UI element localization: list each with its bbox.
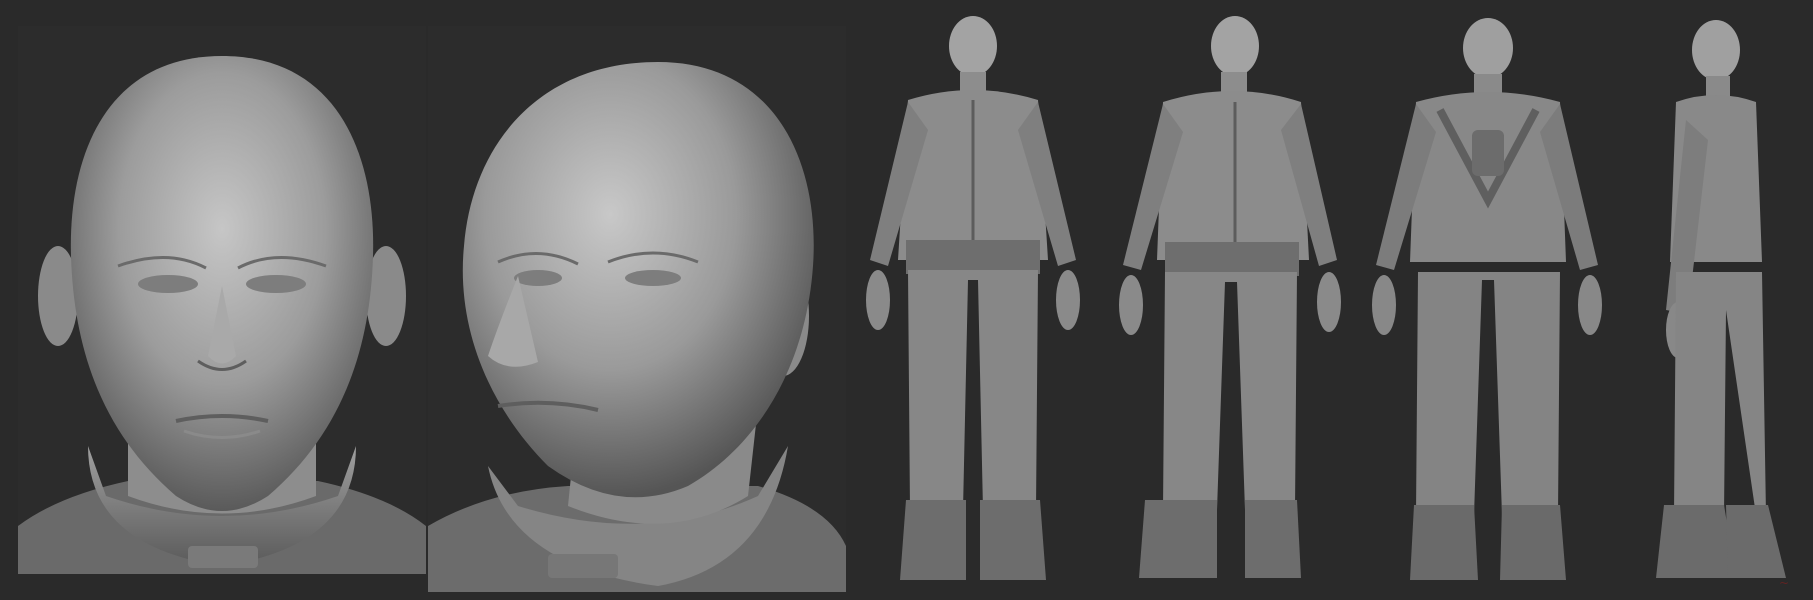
body-three-quarter-illustration [1119, 16, 1341, 578]
head-three-quarter-illustration [428, 62, 846, 592]
body-side-illustration [1656, 20, 1786, 578]
body-three-quarter-panel [1105, 10, 1355, 590]
head-front-panel [18, 26, 426, 574]
head-front-illustration [18, 56, 426, 574]
body-back-panel [1360, 10, 1610, 590]
body-back-illustration [1372, 18, 1602, 580]
body-front-illustration [866, 16, 1080, 580]
turnaround-sheet: ~ [0, 0, 1813, 600]
body-front-panel [848, 10, 1098, 590]
artist-signature: ~ [1778, 576, 1789, 590]
head-three-quarter-panel [428, 26, 846, 592]
body-side-panel [1616, 10, 1806, 590]
